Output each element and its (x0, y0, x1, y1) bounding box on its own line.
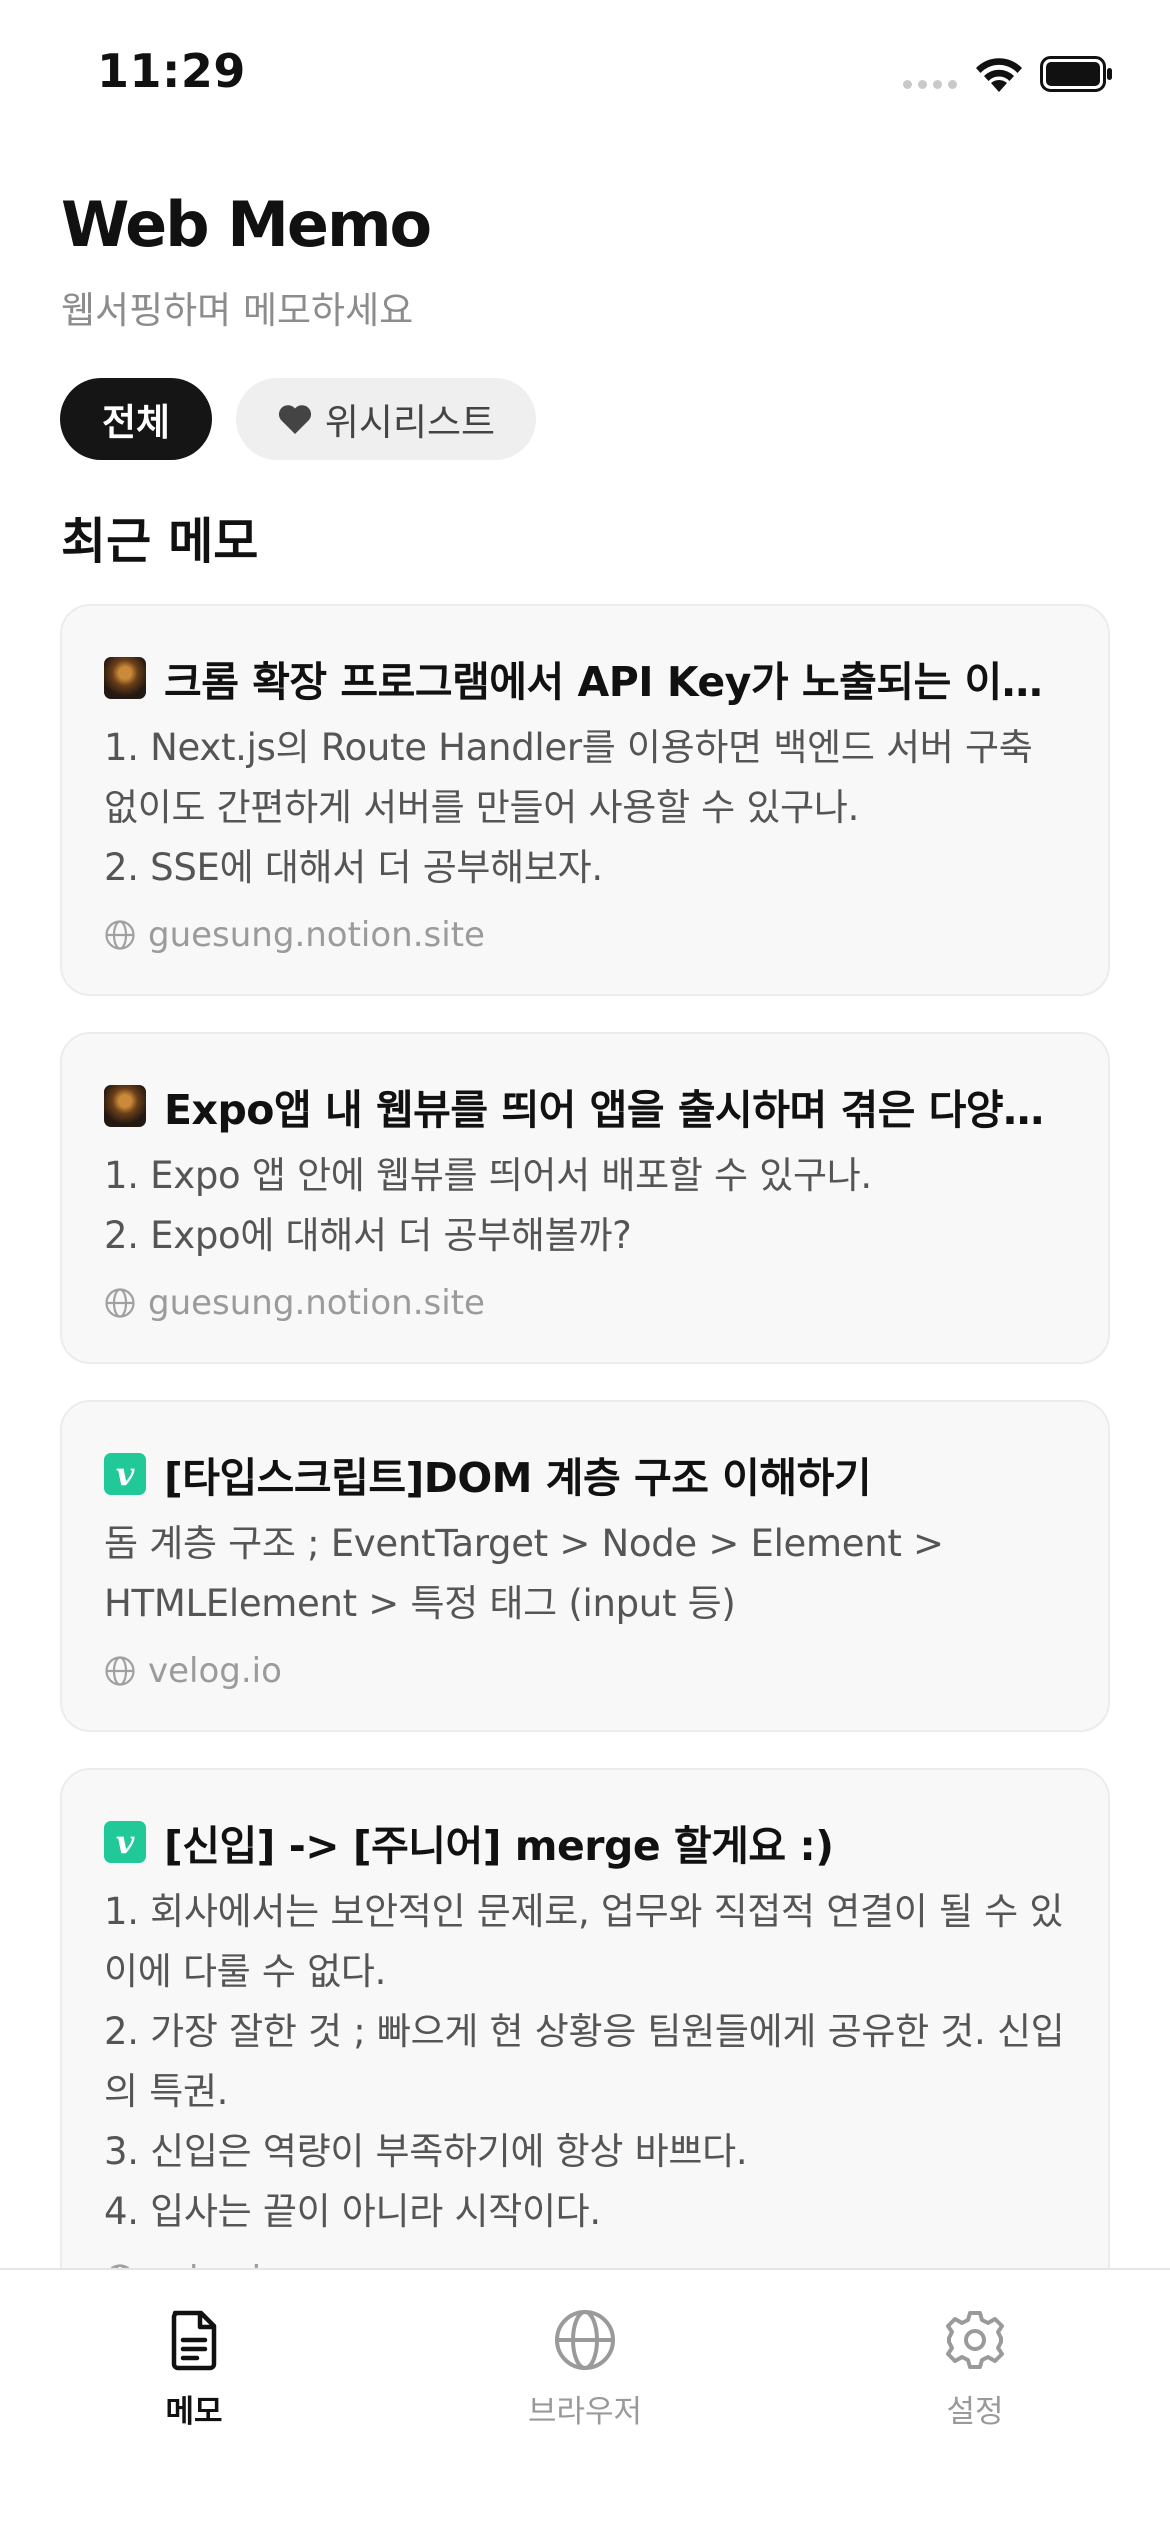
wifi-icon (976, 58, 1022, 92)
memo-source: velog.io (104, 1646, 1066, 1696)
memo-title: [신입] -> [주니어] merge 할게요 :) (164, 1822, 834, 1870)
battery-icon (1040, 56, 1112, 92)
status-bar: 11:29 (0, 0, 1170, 150)
memo-body: 1. Next.js의 Route Handler를 이용하면 백엔드 서버 구… (104, 726, 1033, 889)
document-icon (171, 2310, 217, 2371)
heart-icon (278, 405, 311, 434)
tab-label: 메모 (165, 2394, 223, 2430)
site-favicon-icon (104, 1085, 146, 1127)
app-title: Web Memo (61, 188, 432, 261)
app-subtitle: 웹서핑하며 메모하세요 (61, 289, 414, 332)
site-favicon-icon (104, 657, 146, 699)
globe-icon (105, 1656, 135, 1686)
cellular-signal-icon (903, 80, 957, 89)
globe-icon (105, 920, 135, 950)
memo-body: 1. Expo 앱 안에 웹뷰를 띄어서 배포할 수 있구나. 2. Expo에… (104, 1154, 872, 1257)
velog-logo-icon: v (104, 1821, 146, 1863)
memo-card[interactable]: v [신입] -> [주니어] merge 할게요 :) 1. 회사에서는 보안… (60, 1768, 1110, 2268)
filter-wishlist-label: 위시리스트 (324, 401, 496, 444)
globe-icon (105, 1288, 135, 1318)
memo-source-domain: guesung.notion.site (148, 915, 485, 955)
tab-settings[interactable]: 설정 (875, 2306, 1075, 2431)
memo-list[interactable]: 크롬 확장 프로그램에서 API Key가 노출되는 이슈를 해결하며 1. N… (60, 604, 1110, 2268)
gear-icon (946, 2311, 1004, 2369)
tab-browser[interactable]: 브라우저 (485, 2306, 685, 2431)
globe-icon (555, 2310, 615, 2370)
section-title: 최근 메모 (61, 513, 259, 570)
tab-label: 설정 (946, 2394, 1004, 2430)
tab-label: 브라우저 (527, 2394, 643, 2430)
memo-title: 크롬 확장 프로그램에서 API Key가 노출되는 이슈를 해결하며 (164, 658, 1066, 706)
memo-source-domain: velog.io (148, 2259, 282, 2268)
memo-source-domain: velog.io (148, 1651, 282, 1691)
memo-body: 돔 계층 구조 ; EventTarget > Node > Element >… (104, 1522, 956, 1625)
memo-source: velog.io (104, 2254, 1066, 2268)
memo-card[interactable]: Expo앱 내 웹뷰를 띄어 앱을 출시하며 겪은 다양한 이슈들 1. Exp… (60, 1032, 1110, 1364)
filter-wishlist-chip[interactable]: 위시리스트 (236, 378, 536, 460)
tab-bar: 메모 브라우저 설정 (0, 2268, 1170, 2534)
memo-title: Expo앱 내 웹뷰를 띄어 앱을 출시하며 겪은 다양한 이슈들 (164, 1086, 1066, 1134)
memo-card[interactable]: v [타입스크립트]DOM 계층 구조 이해하기 돔 계층 구조 ; Event… (60, 1400, 1110, 1732)
memo-source-domain: guesung.notion.site (148, 1283, 485, 1323)
memo-source: guesung.notion.site (104, 1278, 1066, 1328)
status-time: 11:29 (97, 44, 246, 98)
memo-title: [타입스크립트]DOM 계층 구조 이해하기 (164, 1454, 872, 1502)
tab-memo[interactable]: 메모 (94, 2306, 294, 2431)
memo-card[interactable]: 크롬 확장 프로그램에서 API Key가 노출되는 이슈를 해결하며 1. N… (60, 604, 1110, 996)
filter-all-label: 전체 (101, 401, 171, 444)
memo-source: guesung.notion.site (104, 910, 1066, 960)
filter-all-chip[interactable]: 전체 (60, 378, 212, 460)
memo-body: 1. 회사에서는 보안적인 문제로, 업무와 직접적 연결이 될 수 있이에 다… (104, 1890, 1065, 2233)
velog-logo-icon: v (104, 1453, 146, 1495)
